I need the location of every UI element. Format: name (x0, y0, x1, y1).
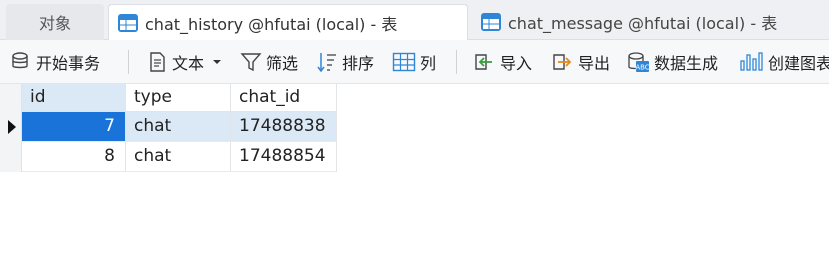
export-icon (553, 54, 572, 70)
data-grid: id type chat_id 7 chat 17488838 8 chat 1… (0, 84, 829, 261)
import-icon (475, 54, 492, 70)
toolbar-divider (128, 50, 129, 74)
export-label: 导出 (578, 54, 611, 73)
cell-type[interactable]: chat (126, 112, 231, 142)
begin-transaction-button[interactable]: 开始事务 (10, 40, 100, 84)
import-label: 导入 (500, 54, 533, 73)
tab-chat-history-label: chat_history @hfutai (local) - 表 (145, 14, 398, 34)
toolbar-divider (456, 50, 457, 74)
filter-button[interactable]: 筛选 (240, 40, 298, 84)
data-generation-button[interactable]: ABC 数据生成 (626, 40, 718, 84)
export-button[interactable]: 导出 (550, 40, 610, 84)
filter-icon (240, 53, 262, 72)
column-header-chat-id[interactable]: chat_id (231, 84, 337, 112)
columns-label: 列 (420, 54, 437, 73)
cell-chat-id[interactable]: 17488854 (231, 142, 337, 172)
database-icon (12, 52, 28, 69)
filter-label: 筛选 (266, 54, 299, 73)
cell-id[interactable]: 8 (22, 142, 126, 172)
columns-icon (392, 52, 416, 72)
import-button[interactable]: 导入 (472, 40, 532, 84)
svg-text:ABC: ABC (635, 64, 649, 72)
toolbar: 开始事务 文本 筛选 排序 列 导入 导出 ABC 数据生成 创建图表 (0, 40, 829, 84)
columns-button[interactable]: 列 (392, 40, 436, 84)
data-generation-icon: ABC (628, 52, 650, 72)
create-chart-label: 创建图表 (768, 54, 829, 73)
tab-chat-message[interactable]: chat_message @hfutai (local) - 表 (472, 4, 829, 40)
cell-type[interactable]: chat (126, 142, 231, 172)
data-generation-label: 数据生成 (654, 54, 719, 73)
chevron-down-icon (213, 60, 222, 64)
tab-objects[interactable]: 对象 (6, 4, 104, 40)
column-header-id[interactable]: id (22, 84, 126, 112)
tab-chat-history[interactable]: chat_history @hfutai (local) - 表 (108, 4, 468, 40)
create-chart-button[interactable]: 创建图表 (740, 40, 829, 84)
cell-chat-id[interactable]: 17488838 (231, 112, 337, 142)
sort-button[interactable]: 排序 (316, 40, 374, 84)
current-row-indicator-icon (8, 120, 16, 134)
column-header-type[interactable]: type (126, 84, 231, 112)
cell-id[interactable]: 7 (22, 112, 126, 142)
sort-icon (317, 53, 336, 73)
chart-icon (740, 52, 763, 71)
tab-bar: 对象 chat_history @hfutai (local) - 表 chat… (0, 0, 829, 40)
document-icon (150, 52, 165, 72)
begin-transaction-label: 开始事务 (36, 54, 101, 73)
tab-objects-label: 对象 (38, 14, 71, 33)
text-button[interactable]: 文本 (146, 40, 228, 84)
text-label: 文本 (172, 54, 205, 73)
tab-chat-message-label: chat_message @hfutai (local) - 表 (508, 14, 778, 33)
sort-label: 排序 (342, 54, 375, 73)
table-icon (481, 13, 501, 31)
table-icon (118, 13, 138, 32)
